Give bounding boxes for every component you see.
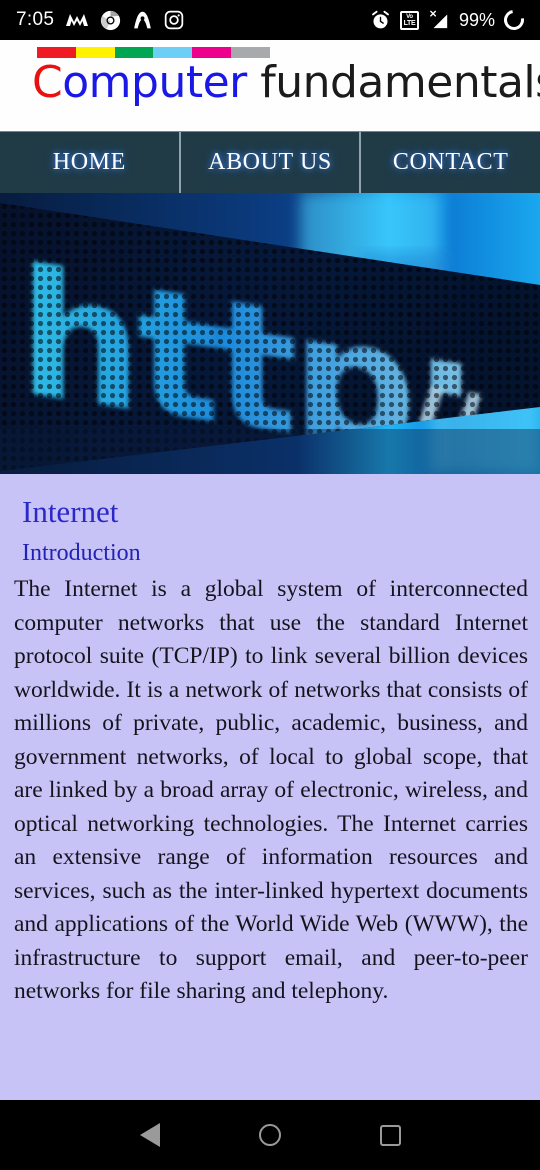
- phone-screen: 7:05 Vo LTE 99% Computer fundamentals HO…: [0, 0, 540, 1170]
- site-navigation: HOME ABOUT US CONTACT: [0, 131, 540, 193]
- instagram-icon: [164, 10, 184, 30]
- body-paragraph: The Internet is a global system of inter…: [14, 576, 528, 1004]
- android-recents-button[interactable]: [330, 1100, 450, 1170]
- alarm-icon: [370, 10, 391, 31]
- amazon-alexa-icon: [132, 10, 153, 31]
- page-title: Internet: [22, 494, 119, 529]
- status-bar: 7:05 Vo LTE 99%: [0, 0, 540, 40]
- status-bar-right: Vo LTE 99%: [370, 6, 528, 34]
- recents-square-icon: [379, 1124, 401, 1146]
- android-navigation-bar: [0, 1100, 540, 1170]
- site-header: Computer fundamentals: [0, 40, 540, 131]
- site-logo[interactable]: Computer fundamentals: [32, 57, 540, 109]
- android-home-button[interactable]: [210, 1100, 330, 1170]
- nav-item-about-us[interactable]: ABOUT US: [178, 132, 360, 193]
- volte-bottom-label: LTE: [403, 19, 416, 27]
- logo-word-omputer: omputer: [62, 57, 247, 108]
- volte-icon: Vo LTE: [399, 10, 419, 30]
- status-bar-left: 7:05: [16, 9, 184, 31]
- battery-icon: [500, 6, 528, 34]
- m-logo-icon: [65, 10, 89, 30]
- banner-svg: http: //www.: [0, 193, 540, 474]
- section-subtitle: Introduction: [22, 540, 141, 566]
- android-back-button[interactable]: [90, 1100, 210, 1170]
- logo-word-fundamentals: fundamentals: [246, 57, 540, 108]
- logo-letter-c: C: [32, 57, 63, 108]
- signal-bars-icon: [428, 10, 450, 30]
- home-circle-icon: [259, 1124, 281, 1146]
- battery-percent-label: 99%: [458, 9, 495, 30]
- nav-item-home[interactable]: HOME: [0, 132, 179, 193]
- back-triangle-icon: [140, 1123, 160, 1147]
- chrome-icon: [100, 10, 121, 31]
- page-content: Internet Introduction The Internet is a …: [0, 474, 540, 1100]
- banner-image-led-http: http: //www.: [0, 193, 540, 474]
- status-bar-clock: 7:05: [16, 9, 55, 30]
- nav-item-contact[interactable]: CONTACT: [359, 132, 540, 193]
